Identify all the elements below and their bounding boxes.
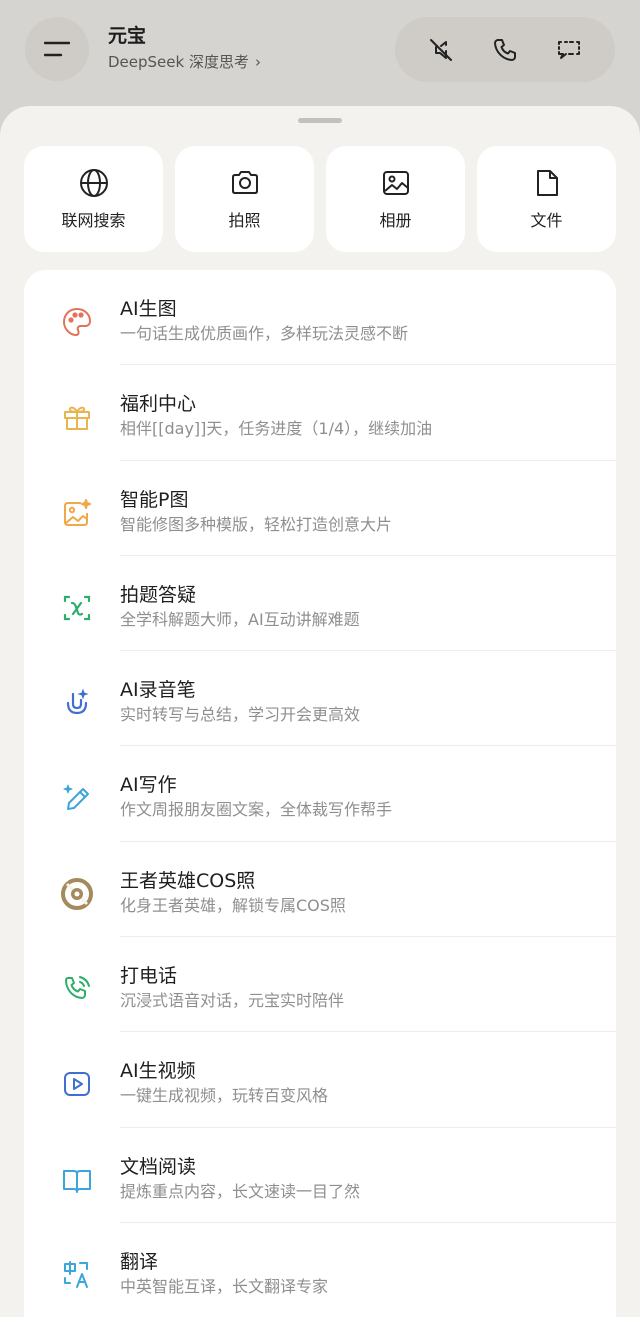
web-search-label: 联网搜索 [61,211,126,230]
list-item-smart-edit[interactable]: 智能P图 智能修图多种模版，轻松打造创意大片 [24,461,616,556]
phone-call-icon [60,972,94,1006]
camera-label: 拍照 [228,211,261,230]
item-description: 智能修图多种模版，轻松打造创意大片 [120,514,393,534]
list-item-ai-image[interactable]: AI生图 一句话生成优质画作，多样玩法灵感不断 [24,270,616,366]
drag-handle[interactable] [298,118,342,123]
feature-list: AI生图 一句话生成优质画作，多样玩法灵感不断 福利中心 相伴[[day]]天，… [24,270,616,1317]
book-icon [60,1163,94,1197]
item-description: 一句话生成优质画作，多样玩法灵感不断 [120,324,409,343]
list-item-ai-writing[interactable]: AI写作 作文周报朋友圈文案，全体裁写作帮手 [24,746,616,842]
file-icon [536,170,558,196]
item-description: 作文周报朋友圈文案，全体裁写作帮手 [120,800,393,820]
globe-icon [79,169,108,197]
item-description: 一键生成视频，玩转百变风格 [120,1086,329,1106]
album-label: 相册 [379,211,412,230]
menu-button[interactable] [25,17,89,81]
item-title: 文档阅读 [120,1155,197,1178]
phone-icon [494,38,516,61]
item-title: AI录音笔 [120,679,196,702]
mute-icon [430,38,452,61]
item-description: 相伴[[day]]天，任务进度（1/4），继续加油 [120,419,433,439]
list-item-doc-reading[interactable]: 文档阅读 提炼重点内容，长文速读一目了然 [24,1128,616,1223]
list-item-rewards[interactable]: 福利中心 相伴[[day]]天，任务进度（1/4），继续加油 [24,365,616,461]
item-title: 福利中心 [120,393,197,416]
quick-actions: 联网搜索 拍照 相册 文件 [24,146,616,252]
top-bar: 元宝 DeepSeek 深度思考 › [0,0,640,106]
item-title: 打电话 [120,965,178,988]
translate-icon [60,1258,94,1292]
image-icon [382,171,409,195]
chevron-right-icon: › [254,53,261,71]
app-title: 元宝 [108,25,147,47]
formula-scan-icon [60,591,94,625]
item-title: AI生视频 [120,1060,196,1083]
model-name: DeepSeek 深度思考 [108,53,249,71]
call-button[interactable] [483,28,527,72]
list-item-translate[interactable]: 翻译 中英智能互译，长文翻译专家 [24,1223,616,1317]
file-button[interactable]: 文件 [477,146,616,252]
item-description: 全学科解题大师，AI互动讲解难题 [120,609,360,629]
web-search-button[interactable]: 联网搜索 [24,146,163,252]
video-play-icon [60,1067,94,1101]
list-item-ai-video[interactable]: AI生视频 一键生成视频，玩转百变风格 [24,1032,616,1128]
image-sparkle-icon [60,496,94,530]
item-title: 王者英雄COS照 [120,869,256,892]
item-description: 提炼重点内容，长文速读一目了然 [120,1181,361,1201]
album-button[interactable]: 相册 [326,146,465,252]
recorder-icon [60,686,94,720]
screen-share-button[interactable] [547,28,591,72]
feature-sheet: 联网搜索 拍照 相册 文件 AI生图 一句话生成优质画作，多样玩法灵感不断 福利… [0,106,640,1317]
item-description: 中英智能互译，长文翻译专家 [120,1276,329,1296]
app-title-block[interactable]: 元宝 DeepSeek 深度思考 › [108,24,261,72]
camera-icon [231,171,258,194]
item-description: 沉浸式语音对话，元宝实时陪伴 [120,991,345,1011]
item-title: AI生图 [120,298,177,320]
file-label: 文件 [530,211,563,230]
list-item-phone-call[interactable]: 打电话 沉浸式语音对话，元宝实时陪伴 [24,937,616,1033]
item-description: 实时转写与总结，学习开会更高效 [120,705,361,725]
gift-icon [60,400,94,434]
mute-button[interactable] [419,28,463,72]
screen-share-icon [558,40,580,59]
header-actions [395,17,615,82]
item-title: 翻译 [120,1250,159,1273]
item-description: 化身王者英雄，解锁专属COS照 [120,895,346,915]
item-title: AI写作 [120,774,177,797]
hero-emblem-icon [60,877,94,911]
palette-icon [60,305,94,339]
list-item-recorder[interactable]: AI录音笔 实时转写与总结，学习开会更高效 [24,651,616,747]
camera-button[interactable]: 拍照 [175,146,314,252]
item-title: 智能P图 [120,488,189,511]
pen-icon [60,781,94,815]
list-item-homework-help[interactable]: 拍题答疑 全学科解题大师，AI互动讲解难题 [24,556,616,652]
model-selector[interactable]: DeepSeek 深度思考 › [108,52,261,72]
item-title: 拍题答疑 [120,583,197,606]
list-item-hero-cos[interactable]: 王者英雄COS照 化身王者英雄，解锁专属COS照 [24,842,616,938]
menu-icon [44,41,70,57]
